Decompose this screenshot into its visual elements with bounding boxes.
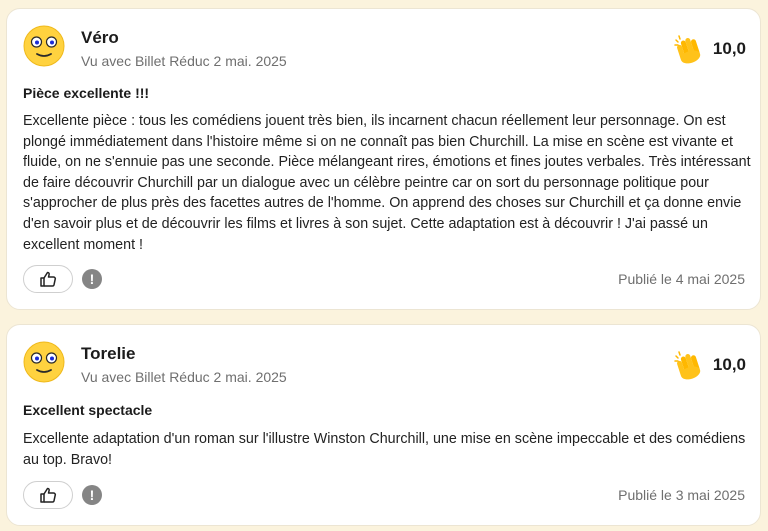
clapping-hands-icon xyxy=(674,35,701,64)
like-button[interactable] xyxy=(23,481,73,509)
published-date: Publié le 3 mai 2025 xyxy=(618,487,745,503)
review-title: Pièce excellente !!! xyxy=(23,85,150,101)
like-button[interactable] xyxy=(23,265,73,293)
clapping-hands-icon xyxy=(674,351,701,380)
published-date: Publié le 4 mai 2025 xyxy=(618,271,745,287)
rating: 10,0 xyxy=(673,33,746,65)
rating-value: 10,0 xyxy=(712,39,746,58)
seen-with-info: Vu avec Billet Réduc 2 mai. 2025 xyxy=(81,53,287,69)
report-button[interactable]: ! xyxy=(82,269,102,289)
exclamation-icon: ! xyxy=(89,271,95,287)
report-button[interactable]: ! xyxy=(82,485,102,505)
review-body: Excellente adaptation d'un roman sur l'i… xyxy=(23,431,746,468)
user-name: Torelie xyxy=(81,344,136,363)
review-title: Excellent spectacle xyxy=(23,402,153,418)
smiley-avatar-icon xyxy=(23,25,65,67)
seen-with-info: Vu avec Billet Réduc 2 mai. 2025 xyxy=(81,369,287,385)
rating: 10,0 xyxy=(673,349,746,381)
review-card: Torelie Vu avec Billet Réduc 2 mai. 2025… xyxy=(6,324,761,526)
review-card: Véro Vu avec Billet Réduc 2 mai. 2025 10… xyxy=(6,8,761,310)
thumbs-up-icon xyxy=(40,271,57,287)
review-body: Excellente pièce : tous les comédiens jo… xyxy=(23,113,751,253)
thumbs-up-icon xyxy=(40,487,57,503)
smiley-avatar-icon xyxy=(23,341,65,383)
rating-value: 10,0 xyxy=(712,355,746,374)
exclamation-icon: ! xyxy=(89,487,95,503)
user-name: Véro xyxy=(81,28,119,47)
